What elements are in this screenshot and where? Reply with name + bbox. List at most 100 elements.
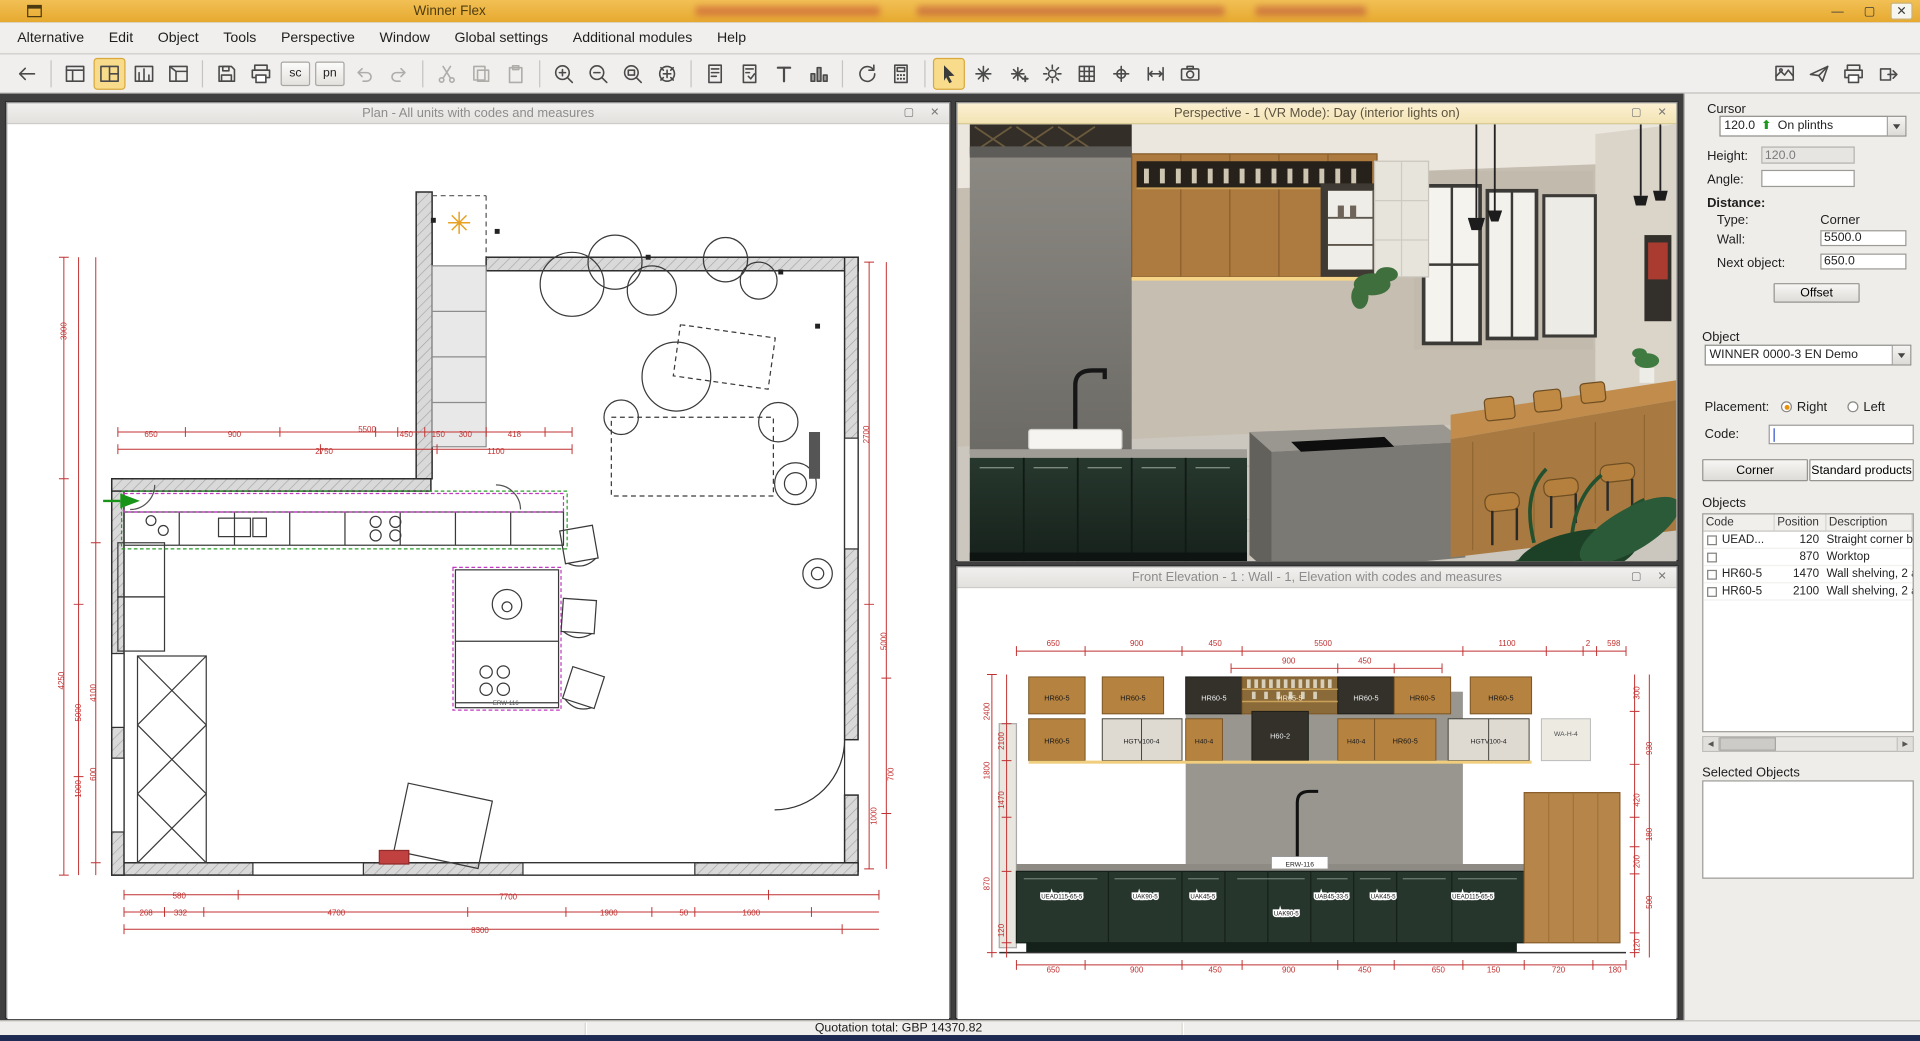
measure-icon[interactable] [1140, 57, 1172, 89]
render-image-icon[interactable] [1769, 57, 1801, 89]
elevation-restore-icon[interactable]: ▢ [1627, 569, 1645, 585]
insert-object-icon[interactable] [967, 57, 999, 89]
chart-tool-icon[interactable] [802, 57, 834, 89]
cell-description: Straight corner ba [1824, 533, 1913, 547]
perspective-close-icon[interactable]: ✕ [1653, 105, 1671, 121]
print-view-icon[interactable] [1838, 57, 1870, 89]
close-button[interactable]: ✕ [1890, 2, 1912, 19]
view-perspective-icon[interactable] [162, 57, 194, 89]
save-icon[interactable] [210, 57, 242, 89]
pan-button[interactable]: pn [315, 61, 345, 86]
row-checkbox[interactable] [1707, 586, 1717, 596]
dropdown-arrow-icon[interactable] [1892, 346, 1910, 364]
cursor-position-combobox[interactable]: 120.0 ⬆ On plinths [1719, 116, 1906, 137]
zoom-window-icon[interactable] [617, 57, 649, 89]
back-arrow-icon[interactable] [11, 57, 43, 89]
wall-field[interactable] [1820, 230, 1906, 246]
view-split-icon[interactable] [94, 57, 126, 89]
undo-icon[interactable] [348, 57, 380, 89]
objects-horizontal-scrollbar[interactable]: ◀ ▶ [1702, 736, 1914, 752]
scrollbar-thumb[interactable] [1719, 737, 1776, 751]
corner-button[interactable]: Corner [1702, 459, 1808, 481]
row-checkbox[interactable] [1707, 552, 1717, 562]
zoom-out-icon[interactable] [582, 57, 614, 89]
menu-item[interactable]: Perspective [269, 24, 368, 51]
placement-right-label: Right [1797, 400, 1827, 415]
export-icon[interactable] [1872, 57, 1904, 89]
plan-panel-titlebar[interactable]: Plan - All units with codes and measures… [7, 103, 949, 124]
window-title: Winner Flex [414, 4, 486, 19]
menu-item[interactable]: Help [705, 24, 759, 51]
svg-text:UEAD115-65-5: UEAD115-65-5 [1452, 893, 1494, 900]
perspective-render [958, 124, 1677, 561]
row-checkbox[interactable] [1707, 569, 1717, 579]
text-tool-icon[interactable] [768, 57, 800, 89]
report-alt-icon[interactable] [734, 57, 766, 89]
scroll-left-icon[interactable]: ◀ [1703, 737, 1719, 751]
zoom-fit-icon[interactable] [651, 57, 683, 89]
placement-left-radio[interactable] [1847, 401, 1858, 412]
zoom-in-icon[interactable] [548, 57, 580, 89]
column-description[interactable]: Description [1826, 514, 1912, 530]
up-arrow-icon: ⬆ [1761, 119, 1771, 133]
svg-text:HR60-5: HR60-5 [1120, 693, 1145, 702]
menu-item[interactable]: Object [145, 24, 211, 51]
elevation-close-icon[interactable]: ✕ [1653, 569, 1671, 585]
report-icon[interactable] [699, 57, 731, 89]
elevation-drawing-canvas[interactable]: 650900450550011002598900450HR60-5HR60-5H… [958, 588, 1677, 1019]
menu-item[interactable]: Tools [211, 24, 269, 51]
height-field[interactable] [1761, 146, 1855, 163]
offset-button[interactable]: Offset [1774, 283, 1860, 303]
copy-icon[interactable] [465, 57, 497, 89]
svg-text:1600: 1600 [742, 909, 760, 918]
next-object-field[interactable] [1820, 254, 1906, 270]
refresh-icon[interactable] [850, 57, 882, 89]
plan-drawing-canvas[interactable]: 6509005500450150300418275011003000425050… [7, 124, 949, 1019]
table-row[interactable]: HR60-5 2100 Wall shelving, 2 a [1703, 583, 1912, 600]
pointer-icon[interactable] [933, 57, 965, 89]
placement-right-radio[interactable] [1781, 401, 1792, 412]
svg-text:1800: 1800 [982, 761, 991, 779]
camera-icon[interactable] [1174, 57, 1206, 89]
code-field[interactable] [1769, 425, 1914, 445]
redo-icon[interactable] [383, 57, 415, 89]
elevation-panel-titlebar[interactable]: Front Elevation - 1 : Wall - 1, Elevatio… [958, 567, 1677, 588]
perspective-3d-viewport[interactable] [958, 124, 1677, 561]
table-row[interactable]: 870 Worktop [1703, 549, 1912, 566]
row-checkbox[interactable] [1707, 535, 1717, 545]
scroll-right-icon[interactable]: ▶ [1897, 737, 1913, 751]
menu-item[interactable]: Global settings [442, 24, 560, 51]
scale-button[interactable]: sc [281, 61, 311, 86]
column-position[interactable]: Position [1775, 514, 1827, 530]
view-plan-icon[interactable] [59, 57, 91, 89]
cut-icon[interactable] [431, 57, 463, 89]
maximize-button[interactable]: ▢ [1858, 2, 1880, 19]
calculator-icon[interactable] [885, 57, 917, 89]
insert-light-icon[interactable] [1036, 57, 1068, 89]
plan-close-icon[interactable]: ✕ [926, 105, 944, 121]
minimize-button[interactable]: — [1826, 2, 1848, 19]
catalog-combobox[interactable]: WINNER 0000-3 EN Demo [1705, 345, 1912, 366]
table-row[interactable]: HR60-5 1470 Wall shelving, 2 a [1703, 566, 1912, 583]
insert-symbol-icon[interactable] [1002, 57, 1034, 89]
send-plan-icon[interactable] [1803, 57, 1835, 89]
snap-object-icon[interactable] [1105, 57, 1137, 89]
menu-item[interactable]: Window [367, 24, 442, 51]
plan-restore-icon[interactable]: ▢ [900, 105, 918, 121]
grid-icon[interactable] [1071, 57, 1103, 89]
angle-field[interactable] [1761, 170, 1855, 187]
print-icon[interactable] [245, 57, 277, 89]
standard-products-button[interactable]: Standard products [1809, 459, 1914, 481]
perspective-panel-titlebar[interactable]: Perspective - 1 (VR Mode): Day (interior… [958, 103, 1677, 124]
perspective-restore-icon[interactable]: ▢ [1627, 105, 1645, 121]
table-row[interactable]: UEAD... 120 Straight corner ba [1703, 532, 1912, 549]
dropdown-arrow-icon[interactable] [1887, 117, 1905, 135]
menu-item[interactable]: Alternative [5, 24, 97, 51]
column-code[interactable]: Code [1703, 514, 1774, 530]
paste-icon[interactable] [500, 57, 532, 89]
menu-item[interactable]: Edit [96, 24, 145, 51]
objects-table-header[interactable]: Code Position Description [1703, 514, 1912, 531]
selected-objects-list[interactable] [1702, 780, 1914, 878]
view-elevation-icon[interactable] [128, 57, 160, 89]
menu-item[interactable]: Additional modules [560, 24, 704, 51]
